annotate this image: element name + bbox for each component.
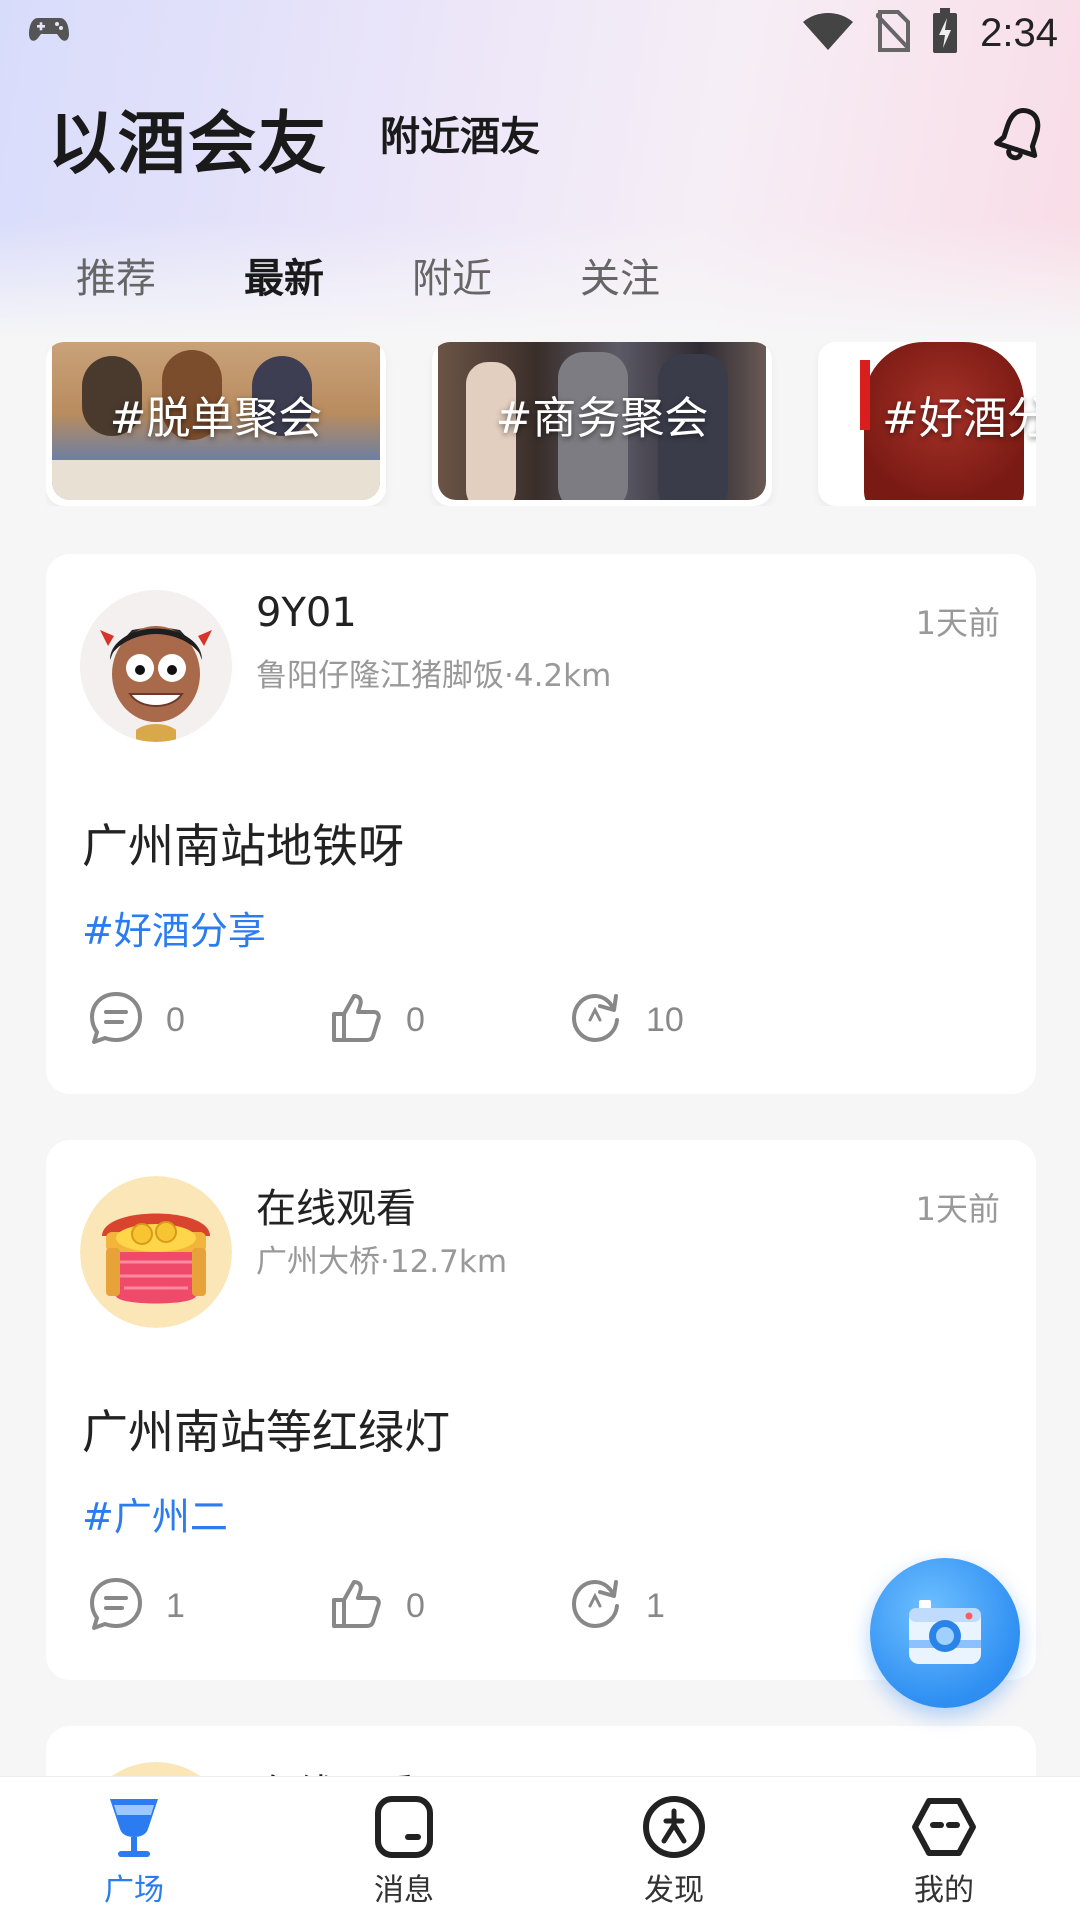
camera-button[interactable]: [870, 1558, 1020, 1708]
refresh-share-icon: [568, 1576, 624, 1636]
post-time: 1天前: [915, 1190, 1000, 1228]
tab-latest[interactable]: 最新: [244, 246, 412, 304]
thumbs-up-icon: [328, 990, 384, 1050]
nav-label: 消息: [374, 1873, 434, 1908]
tab-following[interactable]: 关注: [580, 246, 748, 304]
post-tag[interactable]: #广州二: [82, 1486, 228, 1541]
thumbs-up-icon: [328, 1576, 384, 1636]
battery-charging-icon: [932, 8, 958, 58]
share-button[interactable]: 1: [568, 1576, 808, 1636]
post-text: 广州南站等红绿灯: [82, 1405, 450, 1459]
page-title: 以酒会友: [48, 105, 329, 184]
nav-item-discover[interactable]: 发现: [604, 1795, 744, 1909]
like-button[interactable]: 0: [328, 1576, 568, 1636]
topic-card-singles[interactable]: #脱单聚会: [46, 342, 386, 506]
share-count: 1: [646, 1586, 665, 1625]
gamepad-icon: [28, 14, 70, 48]
nav-item-plaza[interactable]: 广场: [64, 1795, 204, 1909]
post-username[interactable]: 在线观看: [256, 1176, 416, 1234]
comment-button[interactable]: 0: [88, 990, 328, 1050]
comment-count: 0: [166, 1000, 185, 1039]
post-time: 1天前: [915, 604, 1000, 642]
comment-icon: [88, 990, 144, 1050]
topic-card-wine[interactable]: #好酒分享: [818, 342, 1036, 506]
nav-label: 广场: [104, 1873, 164, 1908]
tab-recommend[interactable]: 推荐: [76, 246, 244, 304]
comment-count: 1: [166, 1586, 185, 1625]
nav-label: 发现: [644, 1873, 704, 1908]
post-location: 鲁阳仔隆江猪脚饭·4.2km: [256, 658, 612, 694]
comment-icon: [88, 1576, 144, 1636]
topic-label: #商务聚会: [495, 393, 709, 444]
post-actions: 1 0 1: [88, 1576, 808, 1636]
post-card[interactable]: 9Y01 鲁阳仔隆江猪脚饭·4.2km 1天前 广州南站地铁呀 #好酒分享 0 …: [46, 554, 1036, 1094]
bell-icon[interactable]: [990, 104, 1050, 168]
profile-icon: [874, 1795, 1014, 1859]
topic-carousel[interactable]: #脱单聚会 #商务聚会 #好酒分享: [46, 342, 1036, 506]
wifi-icon: [802, 10, 854, 56]
no-sim-icon: [874, 10, 912, 56]
post-text: 广州南站地铁呀: [82, 819, 404, 873]
post-location: 广州大桥·12.7km: [256, 1244, 508, 1280]
nearby-friends-link[interactable]: 附近酒友: [380, 104, 540, 162]
nav-label: 我的: [914, 1873, 974, 1908]
camera-icon: [905, 1592, 985, 1676]
message-icon: [334, 1795, 474, 1859]
cocktail-glass-icon: [64, 1795, 204, 1859]
like-button[interactable]: 0: [328, 990, 568, 1050]
status-bar: 2:34: [0, 0, 1080, 72]
status-time: 2:34: [980, 10, 1058, 55]
like-count: 0: [406, 1000, 425, 1039]
avatar[interactable]: [80, 590, 232, 742]
nav-item-messages[interactable]: 消息: [334, 1795, 474, 1909]
share-count: 10: [646, 1000, 684, 1039]
nav-item-profile[interactable]: 我的: [874, 1795, 1014, 1909]
feed-tabs: 推荐 最新 附近 关注: [76, 246, 748, 304]
topic-label: #好酒分享: [882, 393, 1036, 444]
comment-button[interactable]: 1: [88, 1576, 328, 1636]
post-actions: 0 0 10: [88, 990, 808, 1050]
share-button[interactable]: 10: [568, 990, 808, 1050]
topic-card-business[interactable]: #商务聚会: [432, 342, 772, 506]
refresh-share-icon: [568, 990, 624, 1050]
like-count: 0: [406, 1586, 425, 1625]
topic-label: #脱单聚会: [109, 393, 323, 444]
tab-nearby[interactable]: 附近: [412, 246, 580, 304]
post-username[interactable]: 9Y01: [256, 590, 357, 636]
post-tag[interactable]: #好酒分享: [82, 900, 266, 955]
avatar[interactable]: [80, 1176, 232, 1328]
bottom-navigation: 广场 消息 发现 我的: [0, 1776, 1080, 1920]
compass-icon: [604, 1795, 744, 1859]
